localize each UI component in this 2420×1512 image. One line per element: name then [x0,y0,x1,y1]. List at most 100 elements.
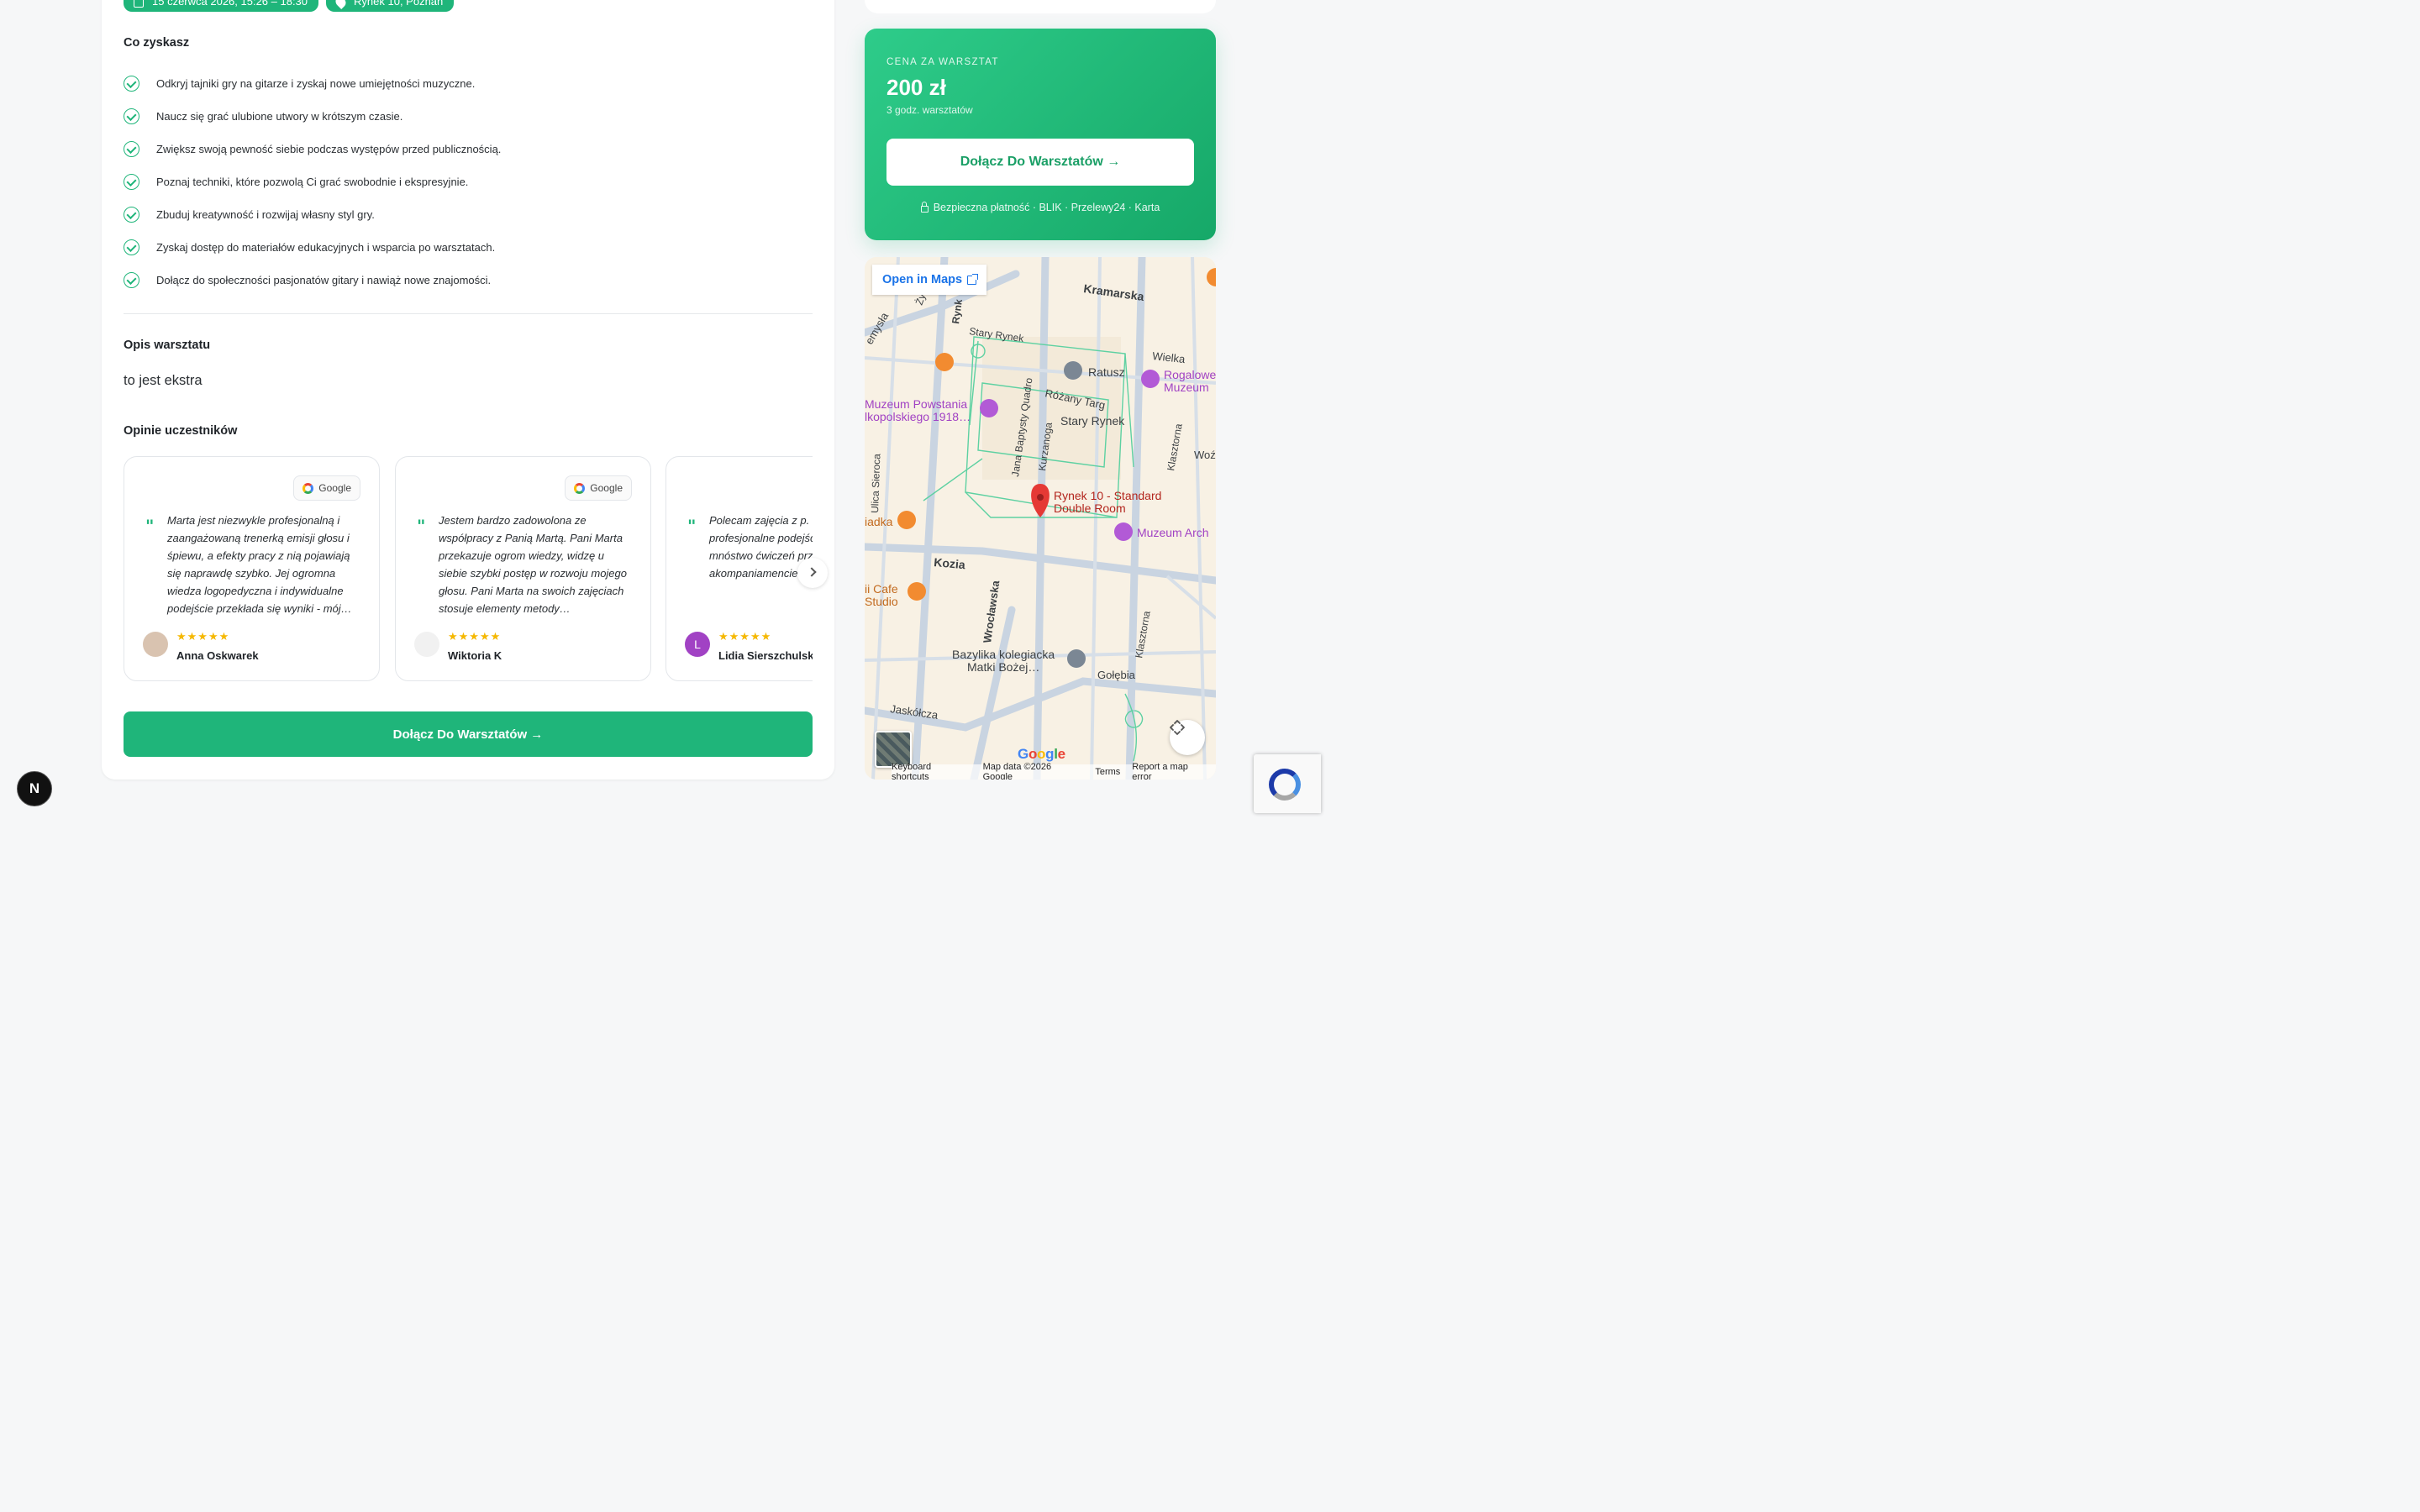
review-card: Google " Marta jest niezwykle profesjona… [124,456,380,681]
benefit-item: Zyskaj dostęp do materiałów edukacyjnych… [124,231,501,264]
price-join-button[interactable]: Dołącz Do Warsztatów → [886,139,1194,186]
check-circle-icon [124,141,139,157]
benefits-title: Co zyskasz [124,36,190,50]
description-text: to jest ekstra [124,373,203,388]
recaptcha-icon [1269,769,1301,801]
benefit-item: Dołącz do społeczności pasjonatów gitary… [124,264,501,297]
quote-icon: " [145,516,155,536]
map-label: Muzeum [1164,381,1209,394]
map-label: Muzeum Powstania [865,397,967,411]
reviewer-name: Wiktoria K [448,649,502,662]
recaptcha-badge[interactable] [1254,754,1321,813]
event-meta-pills: 15 czerwca 2026, 15:26 – 18:30 Rynek 10,… [124,0,455,12]
duration-text: 3 godz. warsztatów [886,104,973,116]
reviewer-name: Anna Oskwarek [176,649,259,662]
map-label: Ulica Sieroca [869,454,882,513]
map-fullscreen-button[interactable] [1170,720,1205,755]
check-circle-icon [124,207,139,223]
secure-payment-note: Bezpieczna płatność · BLIK · Przelewy24 … [865,202,1216,213]
nextjs-dev-badge[interactable]: N [17,771,52,806]
benefit-item: Zwiększ swoją pewność siebie podczas wys… [124,133,501,165]
map-marker-label: Rynek 10 - Standard [1054,489,1161,502]
avatar [143,632,168,657]
google-badge: Google [293,475,360,501]
lock-icon [920,202,929,213]
benefit-text: Dołącz do społeczności pasjonatów gitary… [156,274,492,286]
external-link-icon [967,273,979,285]
star-rating: ★★★★★ [448,630,502,643]
star-rating: ★★★★★ [718,630,772,643]
map-label: Kozia [934,555,966,571]
description-title: Opis warsztatu [124,339,211,352]
map-label: lkopolskiego 1918… [865,410,971,423]
map-label: Bazylika kolegiacka [952,648,1055,661]
benefit-text: Zbuduj kreatywność i rozwijaj własny sty… [156,208,375,221]
review-card: " Polecam zajęcia z p. Martą! Bardzo pro… [666,456,813,681]
map-label: Matki Bożej… [967,660,1039,674]
map-pin-icon [334,0,349,9]
benefit-item: Odkryj tajniki gry na gitarze i zyskaj n… [124,67,501,100]
section-divider [124,313,813,314]
date-text: 15 czerwca 2026, 15:26 – 18:30 [152,0,308,8]
google-label: Google [318,482,351,494]
check-circle-icon [124,108,139,124]
location-pill: Rynek 10, Poznań [326,0,455,12]
check-circle-icon [124,272,139,288]
avatar: L [685,632,710,657]
quote-icon: " [687,516,697,536]
review-text: Jestem bardzo zadowolona ze współpracy z… [439,514,627,615]
map-label: Rogalowe [1164,368,1216,381]
benefit-text: Naucz się grać ulubione utwory w krótszy… [156,110,403,123]
terms-link[interactable]: Terms [1095,767,1120,777]
map-label: Stary Rynek [1060,414,1125,428]
map-footer: Keyboard shortcuts Map data ©2026 Google… [892,762,1216,780]
keyboard-shortcuts-link[interactable]: Keyboard shortcuts [892,762,971,780]
avatar [414,632,439,657]
quote-icon: " [417,516,426,536]
join-workshop-button[interactable]: Dołącz Do Warsztatów → [124,711,813,757]
google-label: Google [590,482,623,494]
benefit-item: Poznaj techniki, które pozwolą Ci grać s… [124,165,501,198]
review-card: Google " Jestem bardzo zadowolona ze wsp… [395,456,651,681]
open-in-maps-link[interactable]: Open in Maps [872,265,987,295]
map-label: Woź [1194,449,1216,461]
check-circle-icon [124,239,139,255]
reviews-title: Opinie uczestników [124,424,238,438]
check-circle-icon [124,174,139,190]
reviews-carousel: Google " Marta jest niezwykle profesjona… [124,456,813,683]
star-rating: ★★★★★ [176,630,230,643]
google-logo: Google [1018,746,1065,762]
location-text: Rynek 10, Poznań [354,0,444,8]
benefits-list: Odkryj tajniki gry na gitarze i zyskaj n… [124,67,501,297]
google-badge: Google [565,475,632,501]
map-label: Ratusz [1088,365,1125,379]
map-marker-label: Double Room [1054,501,1126,515]
carousel-next-button[interactable] [797,558,828,588]
map-label: Studio [865,595,898,608]
location-map[interactable]: Kramarska Stary Rynek Wielka Ratusz Roga… [865,257,1216,780]
workshop-details-card: 15 czerwca 2026, 15:26 – 18:30 Rynek 10,… [102,0,834,780]
benefit-text: Odkryj tajniki gry na gitarze i zyskaj n… [156,77,476,90]
review-text: Marta jest niezwykle profesjonalną i zaa… [167,514,352,615]
chevron-right-icon [807,567,817,577]
sidebar-top-card [865,0,1216,13]
benefit-text: Zwiększ swoją pewność siebie podczas wys… [156,143,502,155]
google-icon [302,482,314,494]
benefit-item: Naucz się grać ulubione utwory w krótszy… [124,100,501,133]
price-card: CENA ZA WARSZTAT 200 zł 3 godz. warsztat… [865,29,1216,240]
calendar-icon [134,0,144,8]
benefit-text: Zyskaj dostęp do materiałów edukacyjnych… [156,241,496,254]
date-pill: 15 czerwca 2026, 15:26 – 18:30 [124,0,319,12]
map-canvas[interactable]: Kramarska Stary Rynek Wielka Ratusz Roga… [865,257,1216,780]
check-circle-icon [124,76,139,92]
report-map-error-link[interactable]: Report a map error [1132,762,1210,780]
benefit-text: Poznaj techniki, które pozwolą Ci grać s… [156,176,469,188]
map-label: Gołębia [1097,669,1136,681]
reviewer-name: Lidia Sierszchulska [718,649,813,662]
google-icon [574,482,586,494]
map-label: ii Cafe [865,582,898,596]
price-value: 200 zł [886,75,946,100]
map-data-attribution: Map data ©2026 Google [982,762,1052,780]
price-label: CENA ZA WARSZTAT [886,57,999,67]
map-label: Muzeum Arch [1137,526,1209,539]
